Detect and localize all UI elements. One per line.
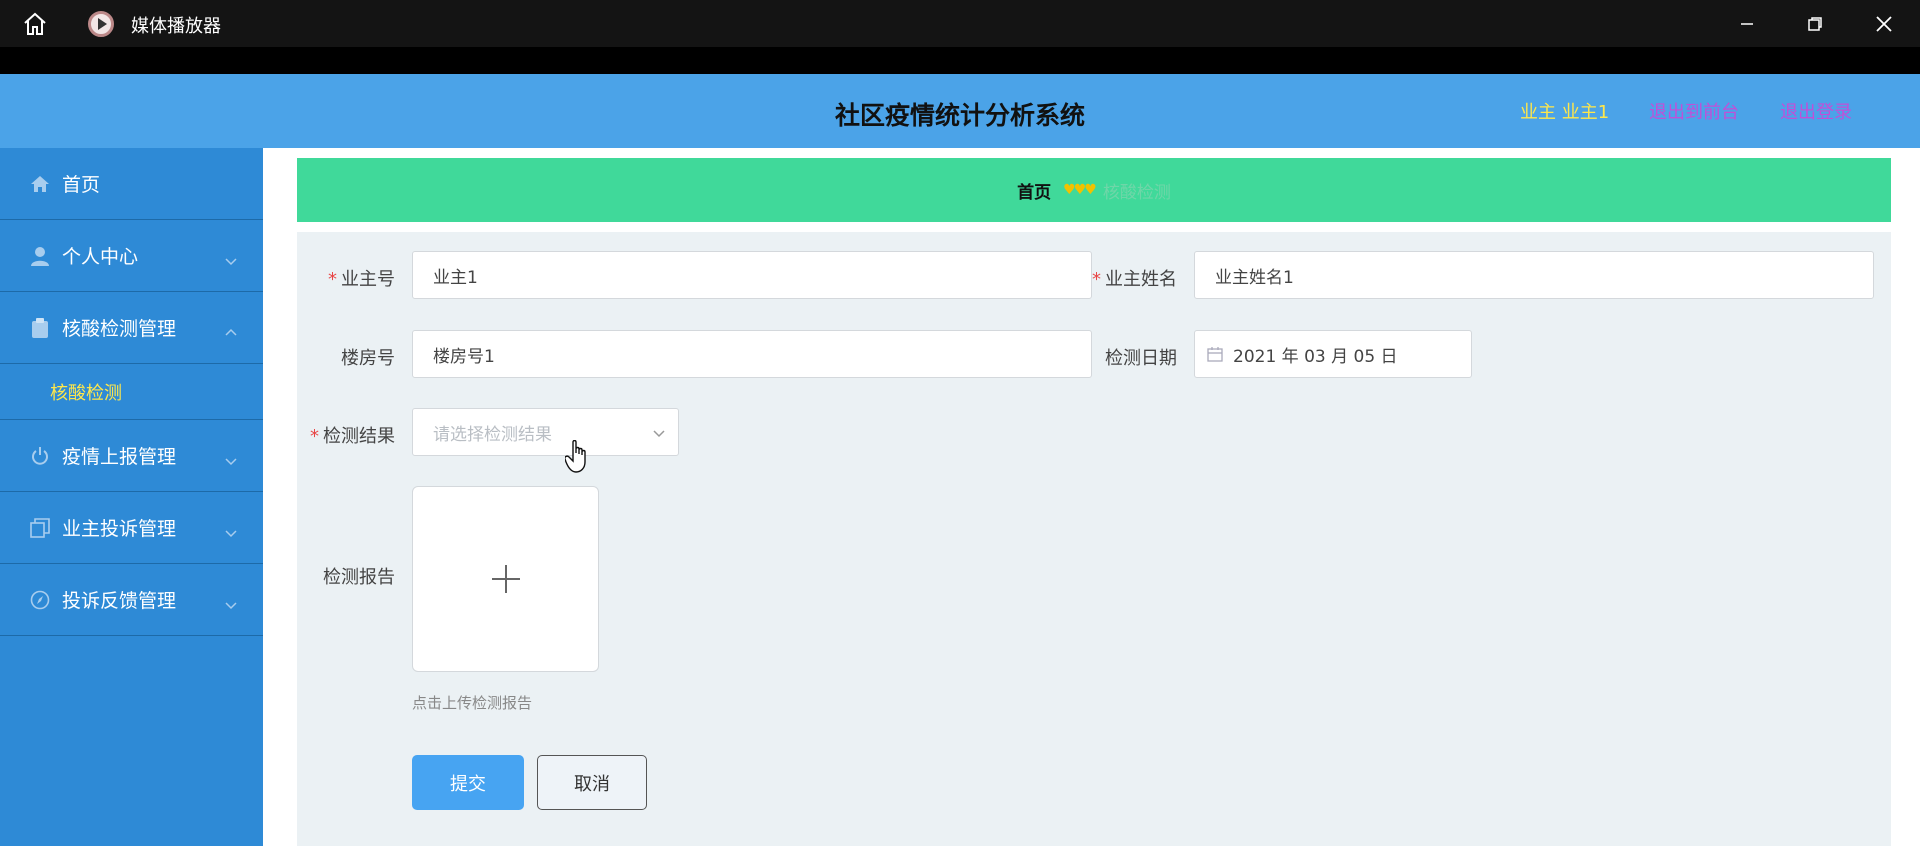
chevron-down-icon xyxy=(652,426,666,440)
submit-button[interactable]: 提交 xyxy=(412,755,524,810)
home-icon[interactable] xyxy=(22,12,48,36)
media-player-icon xyxy=(88,11,114,37)
compass-icon xyxy=(30,590,50,610)
sidebar-item-label: 投诉反馈管理 xyxy=(62,590,177,612)
cancel-button[interactable]: 取消 xyxy=(537,755,647,810)
sidebar-item-epidemic-report-management[interactable]: 疫情上报管理 xyxy=(0,420,263,492)
user-icon xyxy=(30,246,50,266)
sidebar-item-home[interactable]: 首页 xyxy=(0,148,263,220)
report-upload-box[interactable] xyxy=(412,486,599,672)
test-date-label: 检测日期 xyxy=(1105,348,1177,369)
test-result-select[interactable]: 请选择检测结果 xyxy=(412,408,679,456)
system-title: 社区疫情统计分析系统 xyxy=(834,101,1085,130)
hand-cursor-icon xyxy=(564,439,591,474)
sidebar-item-label: 首页 xyxy=(62,174,101,196)
chevron-down-icon xyxy=(225,250,237,266)
test-date-picker[interactable]: 2021 年 03 月 05 日 xyxy=(1194,330,1472,378)
owner-name-field[interactable]: 业主姓名1 xyxy=(1194,251,1874,299)
sidebar-item-owner-complaint-management[interactable]: 业主投诉管理 xyxy=(0,492,263,564)
main-content: 首页 ♥♥♥ 核酸检测 * 业主号 业主1 * 业主姓名 业主姓名1 楼房号 楼房号… xyxy=(263,148,1920,846)
logout-link[interactable]: 退出登录 xyxy=(1780,98,1852,124)
breadcrumb-current: 核酸检测 xyxy=(1102,182,1171,203)
sidebar-item-personal-center[interactable]: 个人中心 xyxy=(0,220,263,292)
test-report-label: 检测报告 xyxy=(323,567,395,588)
letterbox-bar xyxy=(0,47,1920,74)
home-icon xyxy=(30,174,50,194)
owner-no-label: * 业主号 xyxy=(328,269,395,290)
back-to-frontend-link[interactable]: 退出到前台 xyxy=(1649,98,1739,124)
minimize-icon[interactable] xyxy=(1733,10,1761,38)
chevron-up-icon xyxy=(225,322,237,336)
sidebar: 首页 个人中心 核酸检测管理 核酸检测 疫情上报管理 业主投诉管理 投诉反馈管理 xyxy=(0,148,263,846)
upload-hint: 点击上传检测报告 xyxy=(412,694,533,712)
building-label: 楼房号 xyxy=(341,348,395,369)
breadcrumb: 首页 ♥♥♥ 核酸检测 xyxy=(297,158,1891,222)
current-user-label: 业主 业主1 xyxy=(1520,102,1610,123)
test-result-label: * 检测结果 xyxy=(310,426,395,447)
calendar-icon xyxy=(1207,346,1223,362)
sidebar-item-nucleic-test-management[interactable]: 核酸检测管理 xyxy=(0,292,263,364)
sidebar-subitem-nucleic-test[interactable]: 核酸检测 xyxy=(0,364,263,420)
clipboard-icon xyxy=(30,317,50,338)
copy-icon xyxy=(30,517,50,538)
sidebar-item-label: 疫情上报管理 xyxy=(62,446,177,468)
nucleic-test-form: * 业主号 业主1 * 业主姓名 业主姓名1 楼房号 楼房号1 检测日期 2021 … xyxy=(297,232,1891,846)
sidebar-item-label: 业主投诉管理 xyxy=(62,518,177,540)
chevron-down-icon xyxy=(225,450,237,466)
sidebar-item-label: 个人中心 xyxy=(62,246,139,268)
owner-no-field[interactable]: 业主1 xyxy=(412,251,1092,299)
sidebar-item-label: 核酸检测管理 xyxy=(62,318,177,340)
window-titlebar: 媒体播放器 xyxy=(0,0,1920,47)
building-field[interactable]: 楼房号1 xyxy=(412,330,1092,378)
heart-icons: ♥♥♥ xyxy=(1063,182,1097,198)
chevron-down-icon xyxy=(225,594,237,610)
chevron-down-icon xyxy=(225,522,237,538)
window-title: 媒体播放器 xyxy=(131,16,221,37)
close-icon[interactable] xyxy=(1870,10,1898,38)
app-header: 社区疫情统计分析系统 业主 业主1 退出到前台 退出登录 xyxy=(0,74,1920,148)
power-icon xyxy=(30,446,50,466)
plus-icon xyxy=(490,563,522,595)
owner-name-label: * 业主姓名 xyxy=(1092,269,1177,290)
restore-icon[interactable] xyxy=(1801,10,1829,38)
breadcrumb-home[interactable]: 首页 xyxy=(1017,178,1051,203)
sidebar-item-complaint-feedback-management[interactable]: 投诉反馈管理 xyxy=(0,564,263,636)
